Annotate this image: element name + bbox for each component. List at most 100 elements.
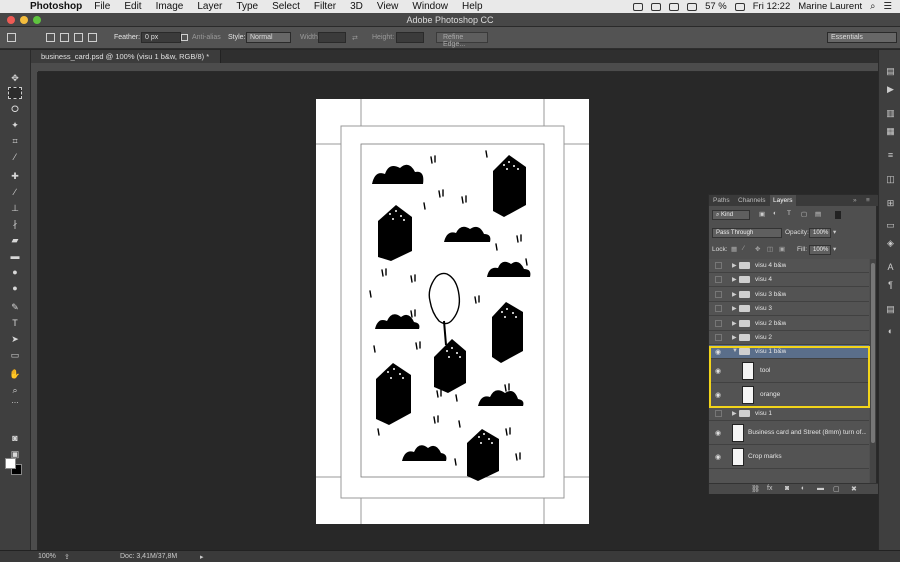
eye-icon[interactable]: ◉ — [714, 429, 722, 437]
magic-wand-tool-icon[interactable]: ✦ — [8, 119, 22, 131]
sync-icon[interactable] — [651, 2, 662, 11]
expand-arrow-icon[interactable]: ▶ — [732, 320, 737, 327]
layer-visu-4[interactable]: ▶ visu 4 — [709, 273, 869, 287]
add-selection-icon[interactable] — [60, 33, 69, 42]
fill-input[interactable]: 100% — [809, 245, 831, 255]
collapse-panel-icon[interactable]: » — [853, 197, 857, 204]
zoom-tool-icon[interactable]: ⌕ — [8, 384, 22, 396]
expand-arrow-icon[interactable]: ▶ — [732, 276, 737, 283]
menu-type[interactable]: Type — [236, 1, 258, 12]
lock-position-icon[interactable]: ✥ — [755, 245, 760, 253]
menu-image[interactable]: Image — [156, 1, 184, 12]
horizontal-ruler[interactable] — [38, 63, 878, 72]
expand-arrow-icon[interactable]: ▶ — [732, 305, 737, 312]
visibility-toggle[interactable] — [715, 291, 722, 298]
healing-brush-tool-icon[interactable]: ✚ — [8, 170, 22, 182]
timeline-panel-icon[interactable]: ◐ — [885, 326, 896, 336]
layer-visu-4-bw[interactable]: ▶ visu 4 b&w — [709, 259, 869, 273]
filter-shape-icon[interactable]: ▢ — [801, 210, 807, 218]
vertical-ruler[interactable] — [31, 72, 38, 550]
layers-scrollbar[interactable] — [870, 259, 876, 485]
filter-kind-select[interactable]: ⌕ Kind — [712, 210, 750, 220]
menu-edit[interactable]: Edit — [124, 1, 141, 12]
document-canvas[interactable] — [316, 99, 589, 524]
tab-paths[interactable]: Paths — [713, 197, 730, 204]
marquee-tool-icon[interactable] — [8, 87, 22, 99]
type-tool-icon[interactable]: T — [8, 317, 22, 329]
screen-mode-icon[interactable]: ▣ — [8, 448, 22, 460]
visibility-toggle[interactable] — [715, 305, 722, 312]
status-menu-arrow-icon[interactable]: ▸ — [200, 553, 204, 561]
dropbox-icon[interactable] — [633, 2, 644, 11]
scrollbar-thumb[interactable] — [871, 263, 875, 443]
menu-select[interactable]: Select — [272, 1, 300, 12]
new-adjustment-layer-icon[interactable]: ◐ — [801, 485, 805, 492]
delete-layer-icon[interactable]: ✖ — [851, 485, 857, 493]
lock-all-icon[interactable]: ▣ — [779, 245, 785, 253]
edit-toolbar-icon[interactable]: ⋯ — [8, 398, 22, 410]
menu-window[interactable]: Window — [412, 1, 448, 12]
crop-tool-icon[interactable]: ⌗ — [8, 135, 22, 147]
history-brush-tool-icon[interactable]: ∤ — [8, 218, 22, 230]
layer-visu-1[interactable]: ▶ visu 1 — [709, 407, 869, 421]
battery-percent[interactable]: 57 % — [705, 1, 727, 12]
eyedropper-tool-icon[interactable]: ⁄ — [8, 151, 22, 163]
expand-arrow-icon[interactable]: ▶ — [732, 291, 737, 298]
intersect-selection-icon[interactable] — [88, 33, 97, 42]
search-icon[interactable]: ⌕ — [870, 1, 875, 12]
brush-panel-icon[interactable]: ▤ — [885, 304, 896, 314]
list-icon[interactable]: ☰ — [883, 1, 892, 12]
new-selection-icon[interactable] — [46, 33, 55, 42]
link-layers-icon[interactable]: ⛓ — [751, 485, 760, 493]
gradient-tool-icon[interactable]: ▬ — [8, 250, 22, 262]
adjustments-panel-icon[interactable]: ≡ — [885, 150, 896, 160]
lock-transparent-icon[interactable]: ▦ — [731, 245, 737, 253]
antialias-checkbox[interactable] — [181, 34, 188, 41]
fill-dropdown-icon[interactable]: ▾ — [833, 245, 836, 253]
clock[interactable]: Fri 12:22 — [753, 1, 791, 12]
feather-input[interactable]: 0 px — [141, 32, 181, 43]
eraser-tool-icon[interactable]: ▰ — [8, 234, 22, 246]
expand-arrow-icon[interactable]: ▶ — [732, 334, 737, 341]
layers-panel-icon[interactable]: ◈ — [885, 238, 896, 248]
path-selection-tool-icon[interactable]: ➤ — [8, 333, 22, 345]
visibility-toggle[interactable] — [715, 262, 722, 269]
document-tab[interactable]: business_card.psd @ 100% (visu 1 b&w, RG… — [31, 50, 221, 63]
rectangle-tool-icon[interactable]: ▭ — [8, 349, 22, 361]
menu-filter[interactable]: Filter — [314, 1, 336, 12]
clone-stamp-tool-icon[interactable]: ⊥ — [8, 202, 22, 214]
swap-dimensions-icon[interactable]: ⇄ — [352, 34, 358, 42]
paragraph-panel-icon[interactable]: ¶ — [885, 280, 896, 290]
panel-menu-icon[interactable]: ≡ — [866, 197, 870, 204]
history-panel-icon[interactable]: ▤ — [885, 66, 896, 76]
visibility-toggle[interactable] — [715, 410, 722, 417]
menu-3d[interactable]: 3D — [350, 1, 363, 12]
new-group-icon[interactable]: ▬ — [817, 485, 824, 492]
user-name[interactable]: Marine Laurent — [798, 1, 862, 12]
tab-channels[interactable]: Channels — [738, 197, 765, 204]
opacity-input[interactable]: 100% — [809, 228, 831, 238]
quick-mask-icon[interactable]: ◙ — [8, 432, 22, 444]
filter-smart-object-icon[interactable]: ▤ — [815, 210, 821, 218]
blend-mode-select[interactable]: Pass Through — [712, 228, 782, 238]
filter-type-icon[interactable]: T — [787, 210, 791, 217]
visibility-toggle[interactable] — [715, 320, 722, 327]
blur-tool-icon[interactable]: ● — [8, 266, 22, 278]
layer-visu-3-bw[interactable]: ▶ visu 3 b&w — [709, 287, 869, 302]
eye-icon[interactable]: ◉ — [714, 453, 722, 461]
filter-adjustment-icon[interactable]: ◐ — [773, 210, 777, 217]
hand-tool-icon[interactable]: ✋ — [8, 368, 22, 380]
height-input[interactable] — [396, 32, 424, 43]
lock-artboard-icon[interactable]: ◫ — [767, 245, 773, 253]
opacity-dropdown-icon[interactable]: ▾ — [833, 228, 836, 236]
visibility-toggle[interactable] — [715, 334, 722, 341]
color-panel-icon[interactable]: ▥ — [885, 108, 896, 118]
lasso-tool-icon[interactable]: ⵔ — [8, 103, 22, 115]
layer-style-icon[interactable]: fx — [767, 485, 772, 492]
character-panel-icon[interactable]: A — [885, 262, 896, 272]
visibility-toggle[interactable] — [715, 276, 722, 283]
style-select[interactable]: Normal — [246, 32, 291, 43]
layer-crop-marks[interactable]: ◉ Crop marks — [709, 445, 869, 469]
lock-image-icon[interactable]: ∕ — [743, 245, 744, 252]
subtract-selection-icon[interactable] — [74, 33, 83, 42]
